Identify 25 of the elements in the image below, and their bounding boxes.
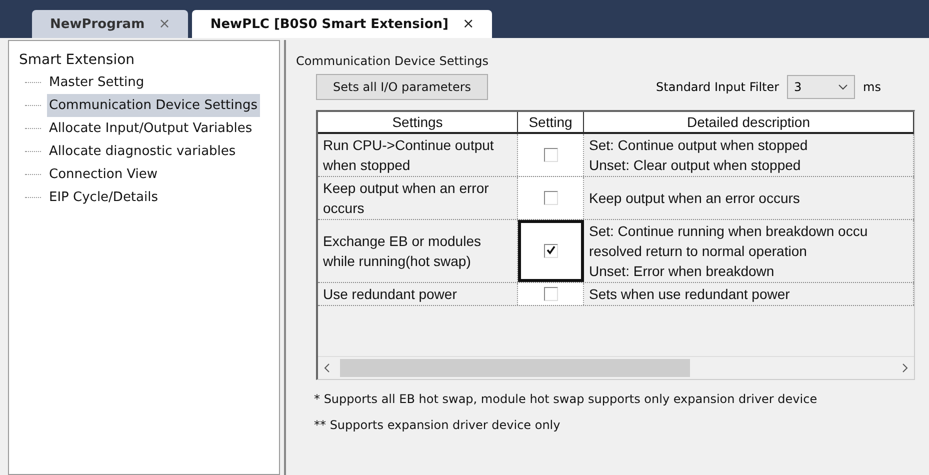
column-header: Settings (318, 112, 518, 134)
column-header: Detailed description (584, 112, 914, 134)
table-cell: Keep output when an error occurs (584, 177, 914, 219)
column-header: Setting (518, 112, 584, 134)
filter-dropdown[interactable]: 3 (787, 75, 856, 99)
tree-item[interactable]: Communication Device Settings (47, 94, 260, 117)
document-tab[interactable]: NewPLC [B0S0 Smart Extension] × (192, 10, 492, 38)
document-tab[interactable]: NewProgram × (32, 10, 188, 38)
table-cell: Set: Continue running when breakdown occu resolved return to normal operation Unset: Error when breakdown (584, 220, 914, 282)
unit-label: ms (863, 80, 881, 94)
close-icon[interactable]: × (158, 16, 170, 32)
table-cell: Sets when use redundant power (584, 283, 914, 305)
tree-item[interactable]: Allocate diagnostic variables (47, 140, 238, 163)
tree-root[interactable]: Smart Extension (13, 49, 275, 71)
tree-item[interactable]: Master Setting (47, 71, 146, 94)
filter-label: Standard Input Filter (656, 80, 780, 94)
close-icon[interactable]: × (462, 16, 474, 32)
tree-item[interactable]: EIP Cycle/Details (47, 186, 160, 209)
table-cell: Set: Continue output when stopped Unset: Clear output when stopped (584, 134, 914, 176)
tree-item[interactable]: Allocate Input/Output Variables (47, 117, 254, 140)
footnote: ** Supports expansion driver device only (314, 418, 562, 432)
footnote: * Supports all EB hot swap, module hot swap supports only expansion driver device (314, 392, 818, 406)
group-title: Communication Device Settings (296, 54, 490, 68)
tree-item[interactable]: Connection View (47, 163, 160, 186)
set-all-button[interactable]: Sets all I/O parameters (316, 74, 488, 100)
